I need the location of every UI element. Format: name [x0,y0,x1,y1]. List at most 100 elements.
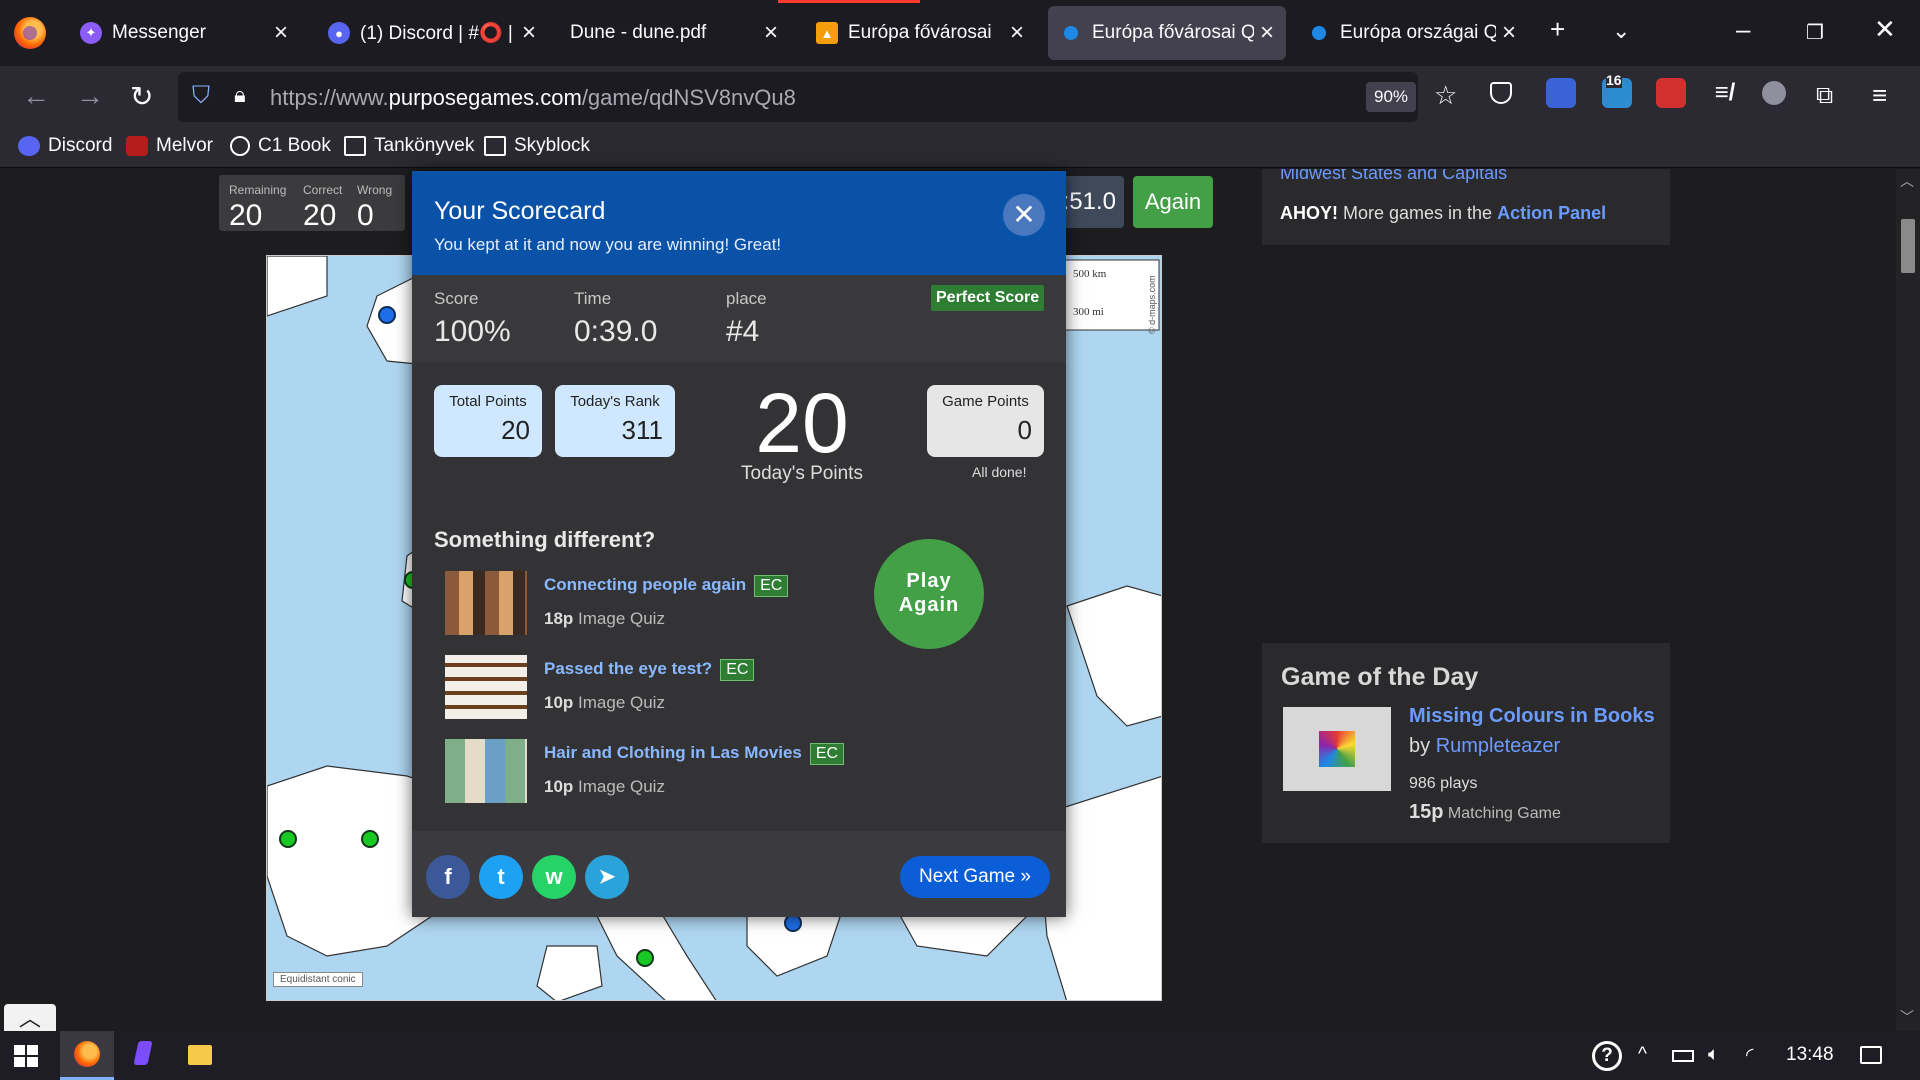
page-scrollbar[interactable]: ︿ ﹀ [1896,169,1920,1031]
map-marker-correct[interactable] [279,830,297,848]
address-bar[interactable]: ⛉ 🔒︎ https://www.purposegames.com/game/q… [178,72,1457,122]
taskbar-file-explorer-icon[interactable] [188,1045,212,1065]
scroll-down-icon[interactable]: ﹀ [1900,1007,1914,1027]
restore-icon[interactable]: ❐ [1806,20,1824,45]
suggested-game-title-text[interactable]: Connecting people again [544,575,746,594]
suggested-game[interactable]: Passed the eye test? EC 10p Image Quiz [445,655,865,721]
suggested-game[interactable]: Hair and Clothing in Las Movies EC 10p Im… [445,739,865,805]
action-panel-link[interactable]: Action Panel [1497,203,1606,223]
close-icon[interactable]: ✕ [1003,194,1045,236]
battery-icon[interactable] [1672,1050,1694,1062]
scroll-to-top-button[interactable]: ︿ [4,1004,56,1031]
facebook-share-icon[interactable]: f [426,855,470,899]
bookmark-star-icon[interactable]: ☆ [1434,80,1457,111]
close-window-icon[interactable]: ✕ [1874,14,1896,45]
zoom-level-button[interactable]: 90% [1366,82,1417,112]
tab-europa-orszagai-quiz[interactable]: Európa országai Qui × [1296,6,1528,60]
suggested-game[interactable]: Connecting people again EC 18p Image Quiz [445,571,865,637]
telegram-share-icon[interactable]: ➤ [585,855,629,899]
help-icon[interactable]: ? [1592,1041,1622,1071]
by-label: by [1409,735,1436,757]
close-tab-icon[interactable]: × [522,19,536,47]
suggested-game-thumbnail[interactable] [445,655,527,719]
next-game-button[interactable]: Next Game » [900,856,1050,898]
scale-mi: 300 mi [1073,306,1104,318]
suggested-game-thumbnail[interactable] [445,571,527,635]
stat-value: 100% [434,315,511,348]
game-favicon-icon: ▲ [816,22,838,44]
map-marker-answered[interactable] [378,306,396,324]
twitter-share-icon[interactable]: t [479,855,523,899]
close-tab-icon[interactable]: × [1260,19,1274,47]
tab-dune-pdf[interactable]: Dune - dune.pdf × [558,6,790,60]
again-button[interactable]: Again [1133,176,1213,228]
windows-taskbar: ? ^ 🔈︎ ◜ 13:48 [0,1031,1920,1080]
firefox-icon [74,1041,100,1067]
stat-label: Remaining [229,183,287,197]
stats-extension-icon[interactable]: ≡/ [1710,78,1740,108]
scroll-up-icon[interactable]: ︿ [1900,171,1914,191]
volume-muted-icon[interactable]: 🔈︎ [1708,1044,1719,1066]
folder-icon [484,136,506,156]
list-tabs-chevron-icon[interactable]: ⌄ [1612,18,1630,44]
suggested-game-title-text[interactable]: Passed the eye test? [544,659,712,678]
taskbar-firefox[interactable] [60,1031,114,1080]
red-extension-icon[interactable] [1656,78,1686,108]
minimize-icon[interactable]: – [1736,14,1750,45]
stat-label: place [726,289,767,308]
scrollbar-thumb[interactable] [1901,219,1915,273]
taskbar-obsidian-icon[interactable] [133,1041,153,1065]
suggested-game-title[interactable]: Passed the eye test? EC [544,659,755,681]
bookmark-folder-skyblock[interactable]: Skyblock [484,135,590,157]
bookmark-melvor[interactable]: Melvor [126,135,213,157]
reload-icon[interactable]: ↻ [130,80,153,113]
author-link[interactable]: Rumpleteazer [1436,735,1561,757]
todays-rank-card: Today's Rank 311 [555,385,675,457]
bitwarden-icon[interactable] [1546,78,1576,108]
notifications-icon[interactable] [1860,1046,1882,1064]
play-again-button[interactable]: Play Again [874,539,984,649]
bookmark-discord[interactable]: Discord [18,135,112,157]
url-prefix: https://www. [270,85,389,110]
url-text[interactable]: https://www.purposegames.com/game/qdNSV8… [270,85,796,111]
hamburger-menu-icon[interactable]: ≡ [1872,80,1887,111]
close-tab-icon[interactable]: × [1010,19,1024,47]
midwest-game-link[interactable]: Midwest States and Capitals [1280,169,1507,184]
suggested-game-title[interactable]: Connecting people again EC [544,575,789,597]
back-icon[interactable]: ← [22,80,50,112]
wifi-icon[interactable]: ◜ [1746,1044,1753,1067]
windows-start-icon[interactable] [14,1045,38,1067]
tab-discord[interactable]: ● (1) Discord | #⭕ | ▪ × [316,6,548,60]
close-tab-icon[interactable]: × [1502,19,1516,47]
map-credit: © d-maps.com [1147,275,1157,334]
tab-messenger[interactable]: ✦ Messenger × [68,6,300,60]
bookmark-c1-book[interactable]: C1 Book [230,135,331,157]
forward-icon[interactable]: → [76,80,104,112]
close-tab-icon[interactable]: × [274,19,288,47]
extensions-puzzle-icon[interactable]: ⧉ [1816,82,1833,110]
browser-tab-bar: ✦ Messenger × ● (1) Discord | #⭕ | ▪ × D… [0,0,1920,66]
clock[interactable]: 13:48 [1786,1044,1834,1066]
tab-europa-fovarosai[interactable]: ▲ Európa fővárosai × [804,6,1036,60]
tracking-shield-icon[interactable]: ⛉ [192,82,210,110]
tab-europa-fovarosai-quiz[interactable]: Európa fővárosai Qu × [1048,6,1286,60]
whatsapp-share-icon[interactable]: w [532,855,576,899]
game-of-the-day-thumbnail[interactable] [1283,707,1391,791]
record-extension-icon[interactable] [1762,81,1786,105]
suggested-game-thumbnail[interactable] [445,739,527,803]
map-marker-correct[interactable] [361,830,379,848]
close-tab-icon[interactable]: × [764,19,778,47]
scale-km: 500 km [1073,268,1107,280]
firefox-menu-icon[interactable] [14,17,46,49]
game-timer: :51.0 [1058,176,1124,228]
new-tab-icon[interactable]: + [1550,14,1565,45]
bookmark-folder-tankonyvek[interactable]: Tankönyvek [344,135,474,157]
suggested-game-title[interactable]: Hair and Clothing in Las Movies EC [544,743,845,765]
game-of-the-day-title[interactable]: Missing Colours in Books [1409,705,1655,728]
map-marker-correct[interactable] [636,949,654,967]
suggested-game-title-text[interactable]: Hair and Clothing in Las Movies [544,743,802,762]
lock-icon[interactable]: 🔒︎ [234,82,246,108]
show-hidden-icons-chevron-icon[interactable]: ^ [1638,1044,1647,1066]
bookmark-label: Skyblock [514,135,591,156]
pocket-icon[interactable] [1490,82,1512,104]
